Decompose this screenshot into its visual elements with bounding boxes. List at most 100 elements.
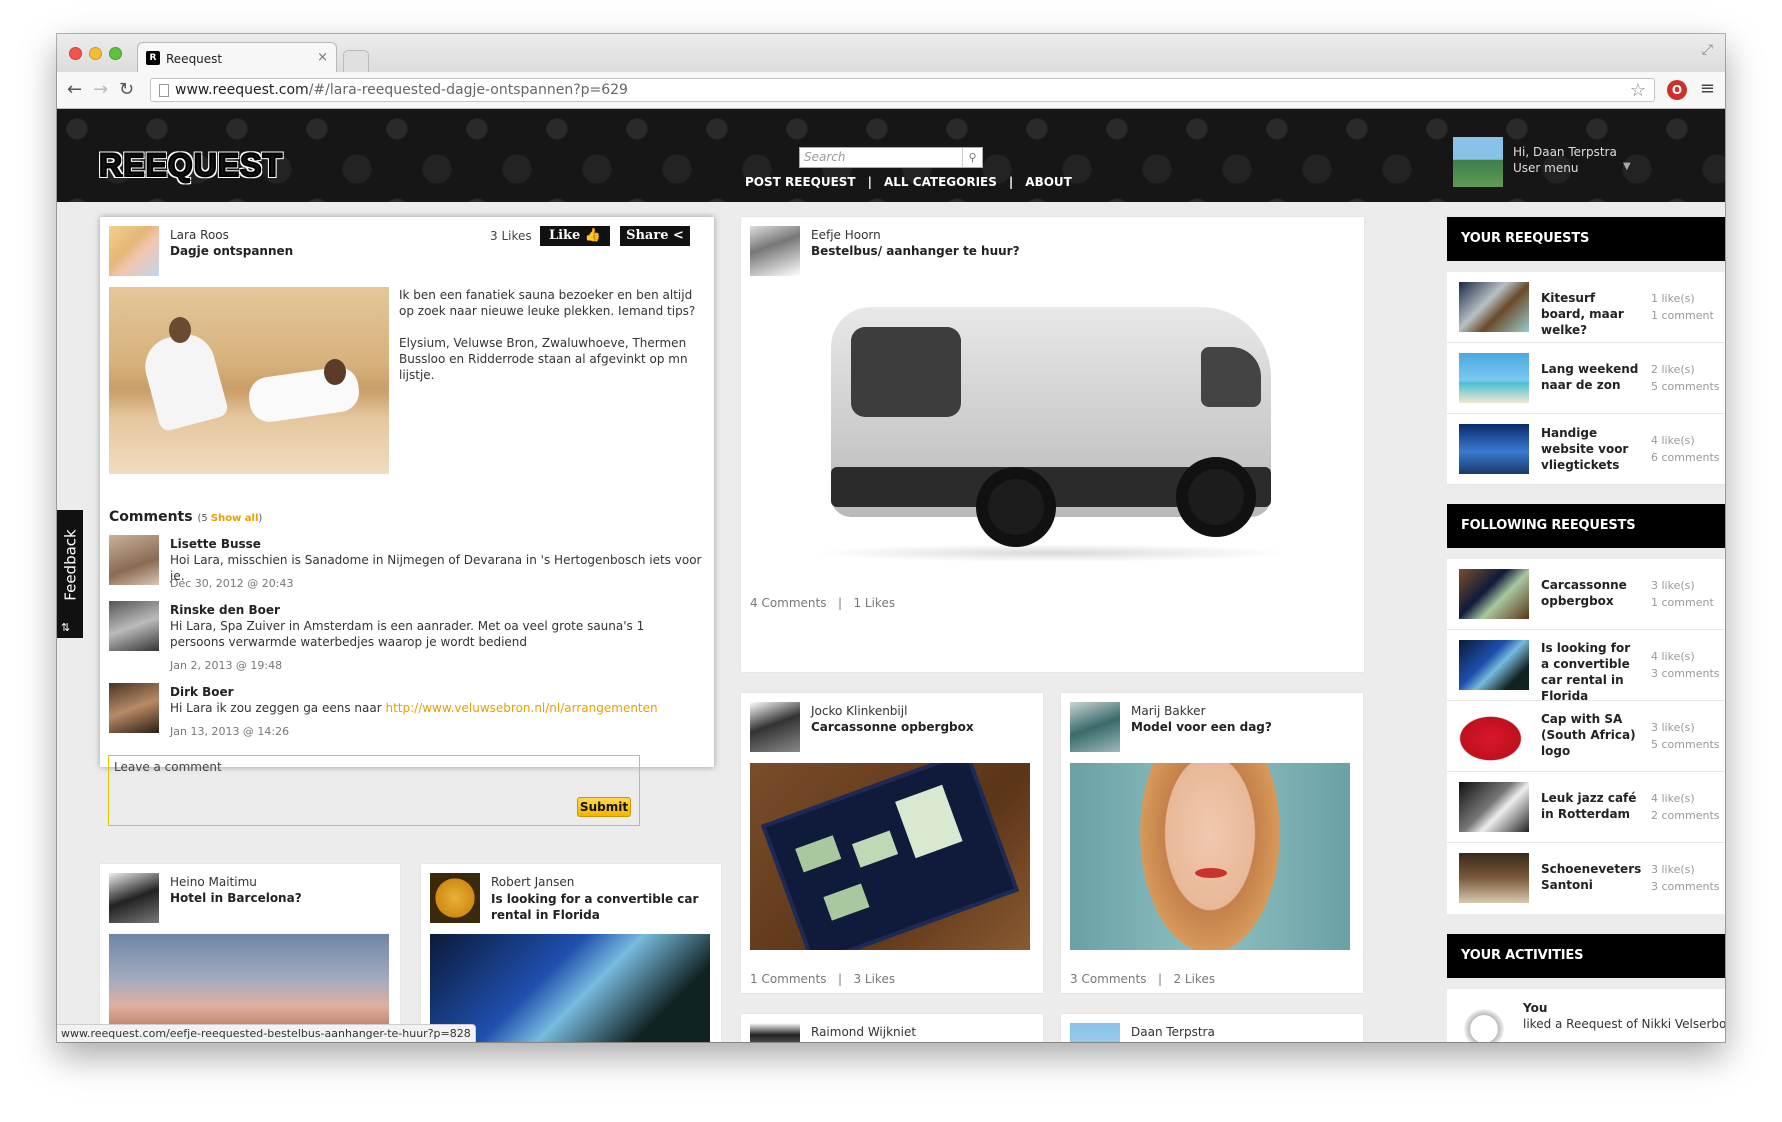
user-menu-label[interactable]: User menu [1513,161,1578,175]
address-bar[interactable]: www.reequest.com/#/lara-reequested-dagje… [150,78,1655,102]
new-tab-button[interactable] [343,50,369,72]
comment-placeholder: Leave a comment [114,760,222,774]
comment-avatar [109,683,159,733]
comment-link[interactable]: http://www.veluwsebron.nl/nl/arrangement… [385,701,657,715]
status-bar: www.reequest.com/eefje-reequested-bestel… [57,1024,476,1042]
submit-button[interactable]: Submit [577,797,631,817]
comment-author[interactable]: Lisette Busse [170,537,261,551]
meta-separator: | [837,596,842,610]
main-post-card: Lara Roos Dagje ontspannen 3 Likes Like … [100,217,714,826]
sidebar-item[interactable]: Is looking for a convertible car rental … [1447,630,1725,704]
sidebar-item-label[interactable]: Is looking for a convertible car rental … [1541,640,1641,704]
author-avatar [750,1023,800,1042]
forward-icon[interactable]: → [93,79,108,100]
post-title[interactable]: Is looking for a convertible car rental … [491,891,711,923]
sidebar-item-likes: 2 like(s) [1651,363,1695,376]
nav-about[interactable]: ABOUT [1025,175,1072,189]
sidebar-item-likes: 3 like(s) [1651,579,1695,592]
post-title[interactable]: Model voor een dag? [1131,720,1272,734]
browser-tab[interactable]: R Reequest × [137,42,337,72]
share-button[interactable]: Share < [620,226,690,246]
post-card[interactable]: Eefje Hoorn Bestelbus/ aanhanger te huur… [741,217,1364,672]
following-reequests-heading: FOLLOWING REEQUESTS [1447,504,1725,548]
sidebar-item-comments: 5 comments [1651,738,1720,751]
post-comments-count[interactable]: 1 Comments | 3 Likes [750,972,895,986]
post-title[interactable]: Hotel in Barcelona? [170,891,302,905]
browser-toolbar: ← → ↻ www.reequest.com/#/lara-reequested… [57,72,1725,109]
site-logo[interactable]: REEQUEST [98,146,283,184]
post-card[interactable]: Robert Jansen Is looking for a convertib… [421,864,721,1042]
nav-all-categories[interactable]: ALL CATEGORIES [884,175,997,189]
like-button[interactable]: Like 👍 [540,226,610,246]
chevron-down-icon[interactable]: ▼ [1623,161,1631,172]
comment-author[interactable]: Dirk Boer [170,685,234,699]
minimize-window-button[interactable] [89,47,102,60]
post-author[interactable]: Raimond Wijkniet [811,1025,916,1039]
post-card[interactable]: Marij Bakker Model voor een dag? 3 Comme… [1061,693,1363,993]
url-domain: www.reequest.com [175,82,309,98]
sidebar-item-likes: 4 like(s) [1651,650,1695,663]
reload-icon[interactable]: ↻ [119,79,134,100]
post-author[interactable]: Eefje Hoorn [811,228,881,242]
author-avatar [1070,1023,1120,1042]
van-image [811,282,1291,572]
author-avatar [750,226,800,276]
bookmark-star-icon[interactable]: ☆ [1630,80,1646,101]
chrome-menu-icon[interactable]: ≡ [1700,78,1715,99]
post-author[interactable]: Marij Bakker [1131,704,1206,718]
post-card[interactable]: Jocko Klinkenbijl Carcassonne opbergbox … [741,693,1043,993]
post-author[interactable]: Heino Maitimu [170,875,257,889]
post-comments-count[interactable]: 3 Comments | 2 Likes [1070,972,1215,986]
sidebar-item-label[interactable]: Schoeneveters Santoni [1541,861,1641,893]
sidebar-item[interactable]: Cap with SA (South Africa) logo 3 like(s… [1447,701,1725,772]
sidebar-item-comments: 3 comments [1651,880,1720,893]
comment-textarea[interactable]: Leave a comment Submit [108,755,640,826]
share-label: Share [626,228,669,243]
sidebar-item[interactable]: Handige website voor vliegtickets 4 like… [1447,414,1725,485]
user-menu[interactable]: Hi, Daan Terpstra User menu ▼ [1453,137,1713,187]
sidebar-item[interactable]: Schoeneveters Santoni 3 like(s) 3 commen… [1447,843,1725,914]
search-input[interactable]: Search ⚲ [799,147,983,168]
zoom-window-button[interactable] [109,47,122,60]
author-avatar [109,873,159,923]
show-all-link[interactable]: Show all [211,513,259,524]
sidebar-item-label[interactable]: Lang weekend naar de zon [1541,361,1641,393]
feedback-tab[interactable]: Feedback ⇅ [57,510,83,638]
sidebar-item-label[interactable]: Carcassonne opbergbox [1541,577,1641,609]
close-tab-icon[interactable]: × [317,50,328,65]
sidebar-item-label[interactable]: Leuk jazz café in Rotterdam [1541,790,1641,822]
sidebar-item[interactable]: Lang weekend naar de zon 2 like(s) 5 com… [1447,343,1725,414]
close-window-button[interactable] [69,47,82,60]
post-card[interactable]: Heino Maitimu Hotel in Barcelona? [100,864,400,1042]
sidebar-item-label[interactable]: Kitesurf board, maar welke? [1541,290,1641,338]
comment-author[interactable]: Rinske den Boer [170,603,280,617]
share-icon: < [673,228,684,243]
sidebar-item-label[interactable]: Cap with SA (South Africa) logo [1541,711,1641,759]
main-nav: POST REEQUEST | ALL CATEGORIES | ABOUT [739,175,1078,189]
comment-text: Hi Lara ik zou zeggen ga eens naar http:… [170,700,710,716]
thumbs-up-icon: 👍 [584,228,602,243]
post-author[interactable]: Robert Jansen [491,875,574,889]
post-title[interactable]: Bestelbus/ aanhanger te huur? [811,244,1020,258]
search-icon[interactable]: ⚲ [962,148,982,167]
sidebar-item[interactable]: Carcassonne opbergbox 3 like(s) 1 commen… [1447,559,1725,630]
post-author[interactable]: Daan Terpstra [1131,1025,1215,1039]
back-icon[interactable]: ← [67,79,82,100]
post-card[interactable]: Daan Terpstra [1061,1014,1363,1042]
post-author[interactable]: Lara Roos [170,228,229,242]
post-card[interactable]: Raimond Wijkniet [741,1014,1043,1042]
extension-icon[interactable]: O [1667,80,1687,100]
sidebar-item[interactable]: Kitesurf board, maar welke? 1 like(s) 1 … [1447,272,1725,343]
sidebar-thumb [1459,569,1529,619]
sidebar-item-label[interactable]: Handige website voor vliegtickets [1541,425,1641,473]
post-author[interactable]: Jocko Klinkenbijl [811,704,907,718]
post-title[interactable]: Carcassonne opbergbox [811,720,974,734]
author-avatar [750,702,800,752]
nav-post-reequest[interactable]: POST REEQUEST [745,175,856,189]
sidebar-item-likes: 4 like(s) [1651,792,1695,805]
fullscreen-icon[interactable]: ⤢ [1702,42,1713,58]
page-icon [159,84,169,97]
user-avatar [1453,137,1503,187]
post-comments-count[interactable]: 4 Comments | 1 Likes [750,596,895,610]
sidebar-item[interactable]: Leuk jazz café in Rotterdam 4 like(s) 2 … [1447,772,1725,843]
